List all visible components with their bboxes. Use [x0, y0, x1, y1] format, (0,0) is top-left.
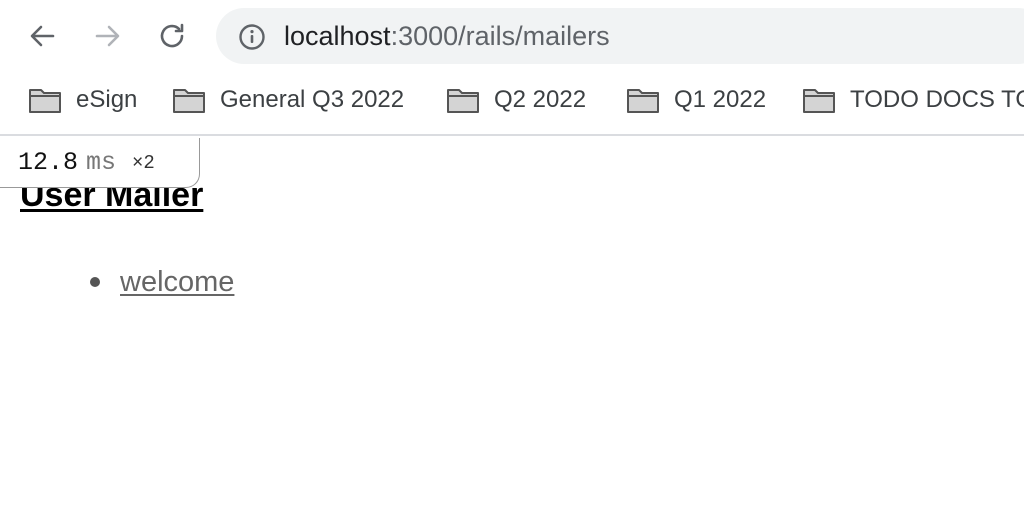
info-icon[interactable] — [238, 23, 266, 51]
bookmark-label: TODO DOCS TO — [850, 86, 1024, 113]
address-bar[interactable]: localhost:3000/rails/mailers — [216, 8, 1024, 64]
back-button[interactable] — [22, 16, 62, 56]
url-host: localhost — [284, 21, 391, 51]
profiler-badge[interactable]: 12.8 ms ×2 — [0, 138, 200, 188]
bookmark-label: eSign — [76, 86, 138, 113]
arrow-left-icon — [30, 25, 55, 47]
bookmark-folder-q2-2022[interactable]: Q2 2022 — [446, 72, 586, 128]
bullet — [90, 277, 100, 287]
forward-button[interactable] — [88, 16, 128, 56]
profiler-time: 12.8 — [18, 148, 79, 177]
bookmark-label: Q2 2022 — [494, 86, 587, 113]
mailer-link-welcome[interactable]: welcome — [120, 266, 234, 299]
bookmark-label: Q1 2022 — [674, 86, 767, 113]
arrow-right-icon — [95, 25, 120, 47]
browser-toolbar: localhost:3000/rails/mailers — [0, 0, 1024, 72]
reload-button[interactable] — [152, 16, 192, 56]
bookmark-folder-q1-2022[interactable]: Q1 2022 — [626, 72, 766, 128]
bookmark-label: General Q3 2022 — [220, 86, 405, 113]
page-content: 12.8 ms ×2 User Mailer welcome — [0, 138, 1024, 518]
url-text[interactable]: localhost:3000/rails/mailers — [284, 8, 610, 64]
folder-icon — [803, 89, 835, 113]
reload-icon — [160, 23, 184, 48]
profiler-unit: ms — [86, 148, 117, 177]
mailer-list: welcome — [90, 264, 234, 300]
profiler-count: ×2 — [132, 151, 155, 174]
folder-icon — [29, 89, 61, 113]
bookmark-folder-general-q3-2022[interactable]: General Q3 2022 — [172, 72, 404, 128]
list-item: welcome — [90, 264, 234, 300]
bookmarks-bar: eSign General Q3 2022 Q2 2022 Q1 2022 TO… — [0, 72, 1024, 136]
bookmark-folder-esign[interactable]: eSign — [28, 72, 137, 128]
folder-icon — [447, 89, 479, 113]
url-path: :3000/rails/mailers — [390, 21, 610, 51]
folder-icon — [627, 89, 659, 113]
bookmark-folder-todo-docs[interactable]: TODO DOCS TO — [802, 72, 1024, 128]
folder-icon — [173, 89, 205, 113]
